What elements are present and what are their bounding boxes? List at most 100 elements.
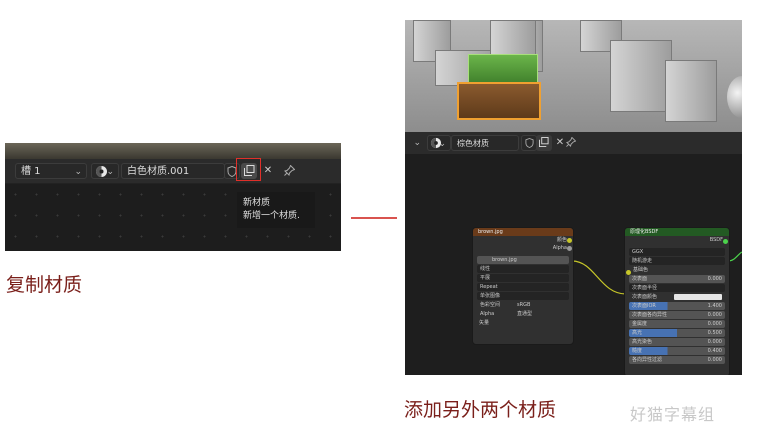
material-header-bar: ⌄ ⌄ 棕色材质 ✕	[405, 132, 742, 154]
alpha-socket[interactable]	[567, 246, 572, 251]
material-name-field[interactable]: 棕色材质	[451, 135, 519, 151]
colorspace-label: 色彩空间	[480, 302, 501, 308]
close-icon: ✕	[263, 165, 273, 176]
principled-bsdf-node[interactable]: 原理化BSDF BSDF GGX 随机游走 基础色 次表面 0.000 次表面半径…	[624, 227, 730, 375]
vector-input: 矢量	[479, 320, 490, 326]
anisotropy-slider[interactable]: 次表面各向异性 0.000	[629, 311, 725, 319]
chevron-down-icon: ⌄	[413, 138, 421, 148]
image-field[interactable]: brown.jpg	[477, 256, 569, 264]
subsurface-ior-value: 1.400	[707, 303, 722, 309]
color-swatch[interactable]	[674, 294, 722, 300]
stone-block	[665, 60, 717, 122]
material-browse-button[interactable]: ⌄	[427, 135, 451, 151]
extension-value: Repeat	[480, 284, 498, 290]
watermark: 好猫字幕组	[630, 405, 716, 424]
specular-tint-label: 高光染色	[632, 339, 653, 345]
node-header: 原理化BSDF	[625, 228, 729, 236]
specular-tint-value: 0.000	[707, 339, 722, 345]
viewport-strip	[5, 143, 341, 159]
metallic-label: 金属度	[632, 321, 648, 327]
metallic-value: 0.000	[707, 321, 722, 327]
method-select[interactable]: GGX	[629, 248, 725, 256]
projection-value: 平展	[480, 275, 491, 281]
alpha-row[interactable]: Alpha 直通型	[477, 310, 569, 318]
base-color-input: 基础色	[633, 267, 649, 273]
subsurface-label: 次表面	[632, 276, 648, 282]
pin-button[interactable]	[563, 135, 579, 151]
connector-line	[351, 217, 397, 219]
metallic-slider[interactable]: 金属度 0.000	[629, 320, 725, 328]
chevron-down-icon: ⌄	[106, 167, 114, 177]
unlink-button[interactable]: ✕	[260, 163, 276, 179]
selected-dirt-block	[457, 82, 541, 120]
subsurface-method-select[interactable]: 随机游走	[629, 257, 725, 265]
base-color-socket[interactable]	[626, 270, 631, 275]
subsurface-radius-label: 次表面半径	[632, 285, 658, 291]
roughness-slider[interactable]: 糙度 0.400	[629, 347, 725, 355]
material-name: 棕色材质	[457, 139, 489, 148]
alpha-label: Alpha	[480, 311, 495, 317]
shield-icon	[524, 138, 534, 148]
interpolation-value: 线性	[480, 266, 491, 272]
specular-value: 0.500	[707, 330, 722, 336]
image-texture-node[interactable]: brown.jpg 颜色 Alpha brown.jpg 线性 平展 Repea…	[472, 227, 574, 345]
subsurface-color-row[interactable]: 次表面颜色	[629, 293, 725, 301]
node-editor: brown.jpg 颜色 Alpha brown.jpg 线性 平展 Repea…	[405, 154, 742, 375]
left-caption: 复制材质	[6, 274, 83, 296]
tooltip: 新材质 新增一个材质.	[237, 192, 315, 228]
anisotropy-label: 次表面各向异性	[632, 312, 668, 318]
interpolation-select[interactable]: 线性	[477, 265, 569, 273]
aniso-filter-value: 0.000	[707, 357, 722, 363]
chevron-down-icon: ⌄	[438, 139, 446, 149]
colorspace-value: sRGB	[517, 302, 531, 308]
3d-viewport	[405, 20, 742, 132]
subsurface-ior-slider[interactable]: 次表面IOR 1.400	[629, 302, 725, 310]
projection-select[interactable]: 平展	[477, 274, 569, 282]
subsurface-color-label: 次表面颜色	[632, 294, 658, 300]
tooltip-description: 新增一个材质.	[243, 211, 300, 221]
anisotropy-value: 0.000	[707, 312, 722, 318]
extension-select[interactable]: Repeat	[477, 283, 569, 291]
source-value: 单张图像	[480, 293, 501, 299]
bsdf-socket[interactable]	[723, 239, 728, 244]
material-panel-left: 槽 1 ⌄ ⌄ 白色材质.001 ✕ 新材质 新增一个材质.	[5, 143, 341, 251]
image-name: brown.jpg	[492, 257, 517, 263]
specular-slider[interactable]: 高光 0.500	[629, 329, 725, 337]
roughness-value: 0.400	[707, 348, 722, 354]
right-caption: 添加另外两个材质	[404, 399, 557, 421]
specular-label: 高光	[632, 330, 643, 336]
editor-type-dropdown[interactable]: ⌄	[407, 135, 425, 151]
subsurface-slider[interactable]: 次表面 0.000	[629, 275, 725, 283]
highlight-box	[236, 158, 261, 181]
subsurface-method-value: 随机游走	[632, 258, 653, 264]
tooltip-title: 新材质	[243, 198, 271, 208]
duplicate-icon	[539, 137, 549, 147]
material-panel-right: ⌄ ⌄ 棕色材质 ✕ brown.jpg 颜色 Alpha brown.jpg …	[405, 20, 742, 375]
alpha-value: 直通型	[517, 311, 533, 317]
slot-label: 槽 1	[21, 166, 41, 177]
material-name-field[interactable]: 白色材质.001	[121, 163, 225, 179]
aniso-filter-label: 各向异性过滤	[632, 357, 663, 363]
colorspace-row[interactable]: 色彩空间 sRGB	[477, 301, 569, 309]
subsurface-value: 0.000	[707, 276, 722, 282]
material-browse-button[interactable]: ⌄	[91, 163, 119, 179]
material-header-bar: 槽 1 ⌄ ⌄ 白色材质.001 ✕	[5, 158, 341, 184]
subsurface-radius-select[interactable]: 次表面半径	[629, 284, 725, 292]
roughness-label: 糙度	[632, 348, 643, 354]
pin-button[interactable]	[281, 163, 297, 179]
fake-user-button[interactable]	[521, 135, 537, 151]
pin-icon	[283, 164, 295, 176]
node-header: brown.jpg	[473, 228, 573, 236]
method-value: GGX	[632, 249, 644, 255]
sphere-object	[727, 76, 742, 118]
aniso-filter-slider[interactable]: 各向异性过滤 0.000	[629, 356, 725, 364]
pin-icon	[566, 136, 577, 147]
output-bsdf: BSDF	[709, 237, 723, 243]
slot-dropdown[interactable]: 槽 1 ⌄	[15, 163, 87, 179]
specular-tint-slider[interactable]: 高光染色 0.000	[629, 338, 725, 346]
color-socket[interactable]	[567, 238, 572, 243]
source-select[interactable]: 单张图像	[477, 292, 569, 300]
duplicate-material-button[interactable]	[536, 135, 552, 151]
output-alpha: Alpha	[552, 245, 567, 251]
subsurface-ior-label: 次表面IOR	[632, 303, 656, 309]
